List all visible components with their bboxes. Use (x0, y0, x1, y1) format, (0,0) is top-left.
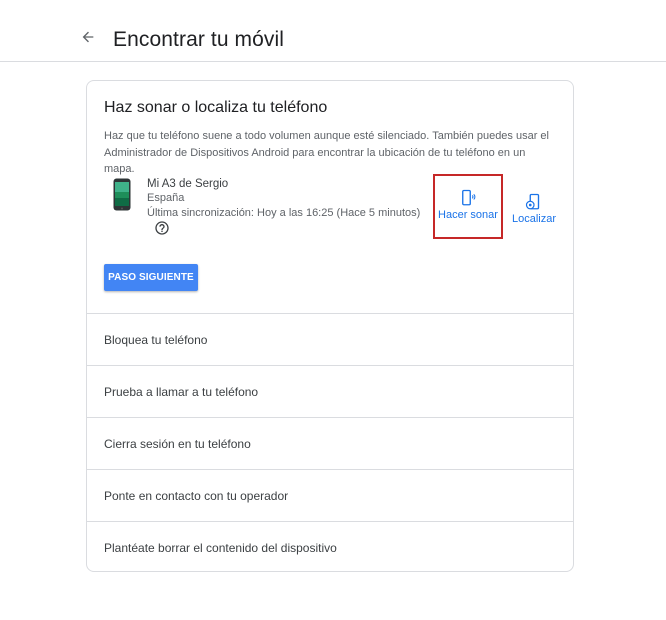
arrow-back-icon[interactable] (80, 29, 102, 51)
locate-phone-button[interactable]: Localizar (507, 177, 561, 225)
page-title: Encontrar tu móvil (113, 28, 285, 51)
list-item-lock[interactable]: Bloquea tu teléfono (87, 313, 573, 365)
list-item-label: Prueba a llamar a tu teléfono (104, 385, 259, 399)
device-sync-status: Última sincronización: Hoy a las 16:25 (… (147, 207, 421, 219)
help-circle-icon[interactable] (154, 220, 170, 236)
list-item-label: Bloquea tu teléfono (104, 333, 208, 347)
phone-image (113, 178, 131, 211)
list-item-label: Ponte en contacto con tu operador (104, 489, 289, 503)
next-step-button[interactable]: PASO SIGUIENTE (104, 264, 198, 291)
list-item-label: Plantéate borrar el contenido del dispos… (104, 541, 337, 555)
locate-phone-label: Localizar (511, 213, 557, 225)
device-name: Mi A3 de Sergio (147, 178, 229, 190)
ring-phone-button[interactable]: Hacer sonar (433, 174, 503, 239)
list-item-sign-out[interactable]: Cierra sesión en tu teléfono (87, 417, 573, 469)
list-item-label: Cierra sesión en tu teléfono (104, 437, 251, 451)
find-device-card: Haz sonar o localiza tu teléfono Haz que… (86, 80, 574, 572)
list-item-call[interactable]: Prueba a llamar a tu teléfono (87, 365, 573, 417)
header: Encontrar tu móvil (0, 0, 666, 62)
list-item-contact-carrier[interactable]: Ponte en contacto con tu operador (87, 469, 573, 521)
list-item-erase-device[interactable]: Plantéate borrar el contenido del dispos… (87, 521, 573, 573)
card-title: Haz sonar o localiza tu teléfono (104, 99, 328, 116)
ring-phone-label: Hacer sonar (438, 209, 498, 221)
card-description: Haz que tu teléfono suene a todo volumen… (104, 130, 549, 175)
locate-phone-icon (507, 193, 561, 211)
ring-phone-icon (435, 189, 501, 207)
device-country: España (147, 192, 185, 204)
